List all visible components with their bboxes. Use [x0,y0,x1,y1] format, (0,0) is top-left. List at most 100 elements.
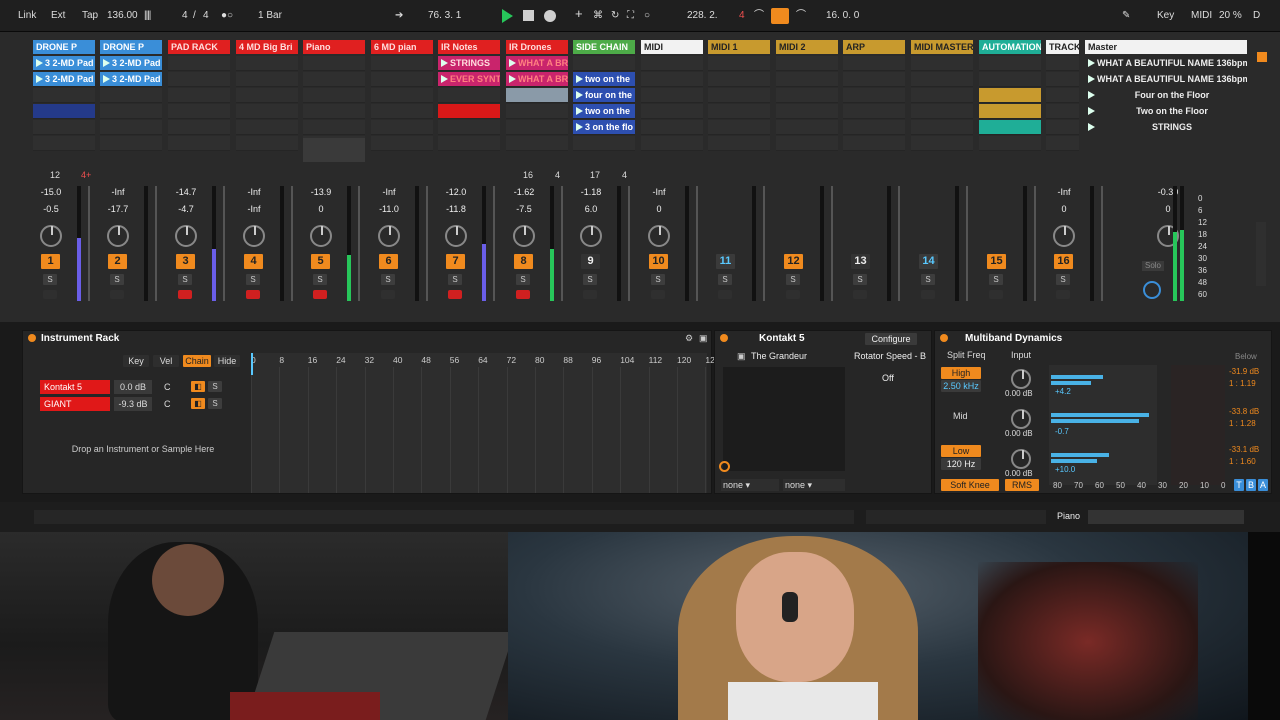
track-1-fader[interactable] [88,186,90,301]
plugin-window-icon[interactable]: ▣ [737,351,746,362]
link-button[interactable]: Link [18,8,36,24]
clip-slot[interactable] [303,56,365,71]
clip-slot[interactable] [371,72,433,87]
clip-slot[interactable] [1046,136,1079,151]
clip-slot[interactable] [100,88,162,103]
clip-c3_9[interactable]: four on the [573,88,635,102]
vel-zone-button[interactable]: Vel [153,355,179,367]
clip-slot[interactable] [641,88,703,103]
track-6-solo[interactable]: S [381,274,395,285]
track-2-arm-button[interactable] [110,290,124,299]
track-10-pan-knob[interactable] [648,225,670,247]
track-9-solo[interactable]: S [583,274,597,285]
track-13-solo[interactable]: S [853,274,867,285]
clip-slot[interactable] [641,104,703,119]
tempo-field[interactable]: 136.00 [107,8,138,24]
track-16-peak[interactable]: -Inf [1044,187,1084,197]
io-toggle-strip[interactable] [1256,222,1266,286]
clip-slot[interactable] [776,120,838,135]
clip-slot[interactable] [843,56,905,71]
track-9-peak[interactable]: -1.18 [571,187,611,197]
track-8-solo[interactable]: S [516,274,530,285]
clip-slot[interactable] [979,56,1041,71]
follow-icon[interactable]: ➔ [395,8,403,24]
track-11-solo[interactable]: S [718,274,732,285]
clip-c1_8[interactable]: WHAT A BR [506,56,568,70]
master-solo-button[interactable]: Solo [1142,261,1164,271]
track-header-13[interactable]: ARP [843,40,905,54]
clip-slot[interactable] [911,56,973,71]
track-7-arm-button[interactable] [448,290,462,299]
track-2-peak[interactable]: -Inf [98,187,138,197]
above-button[interactable]: A [1258,479,1268,491]
track-14-arm-button[interactable] [921,290,935,299]
track-16-pan-knob[interactable] [1053,225,1075,247]
chain-giant[interactable]: GIANT [40,397,110,411]
clip-slot[interactable] [303,88,365,103]
track-8-input-channel[interactable]: 16 [523,170,533,180]
track-6-activator[interactable]: 6 [379,254,398,269]
track-1-solo[interactable]: S [43,274,57,285]
track-12-activator[interactable]: 12 [784,254,803,269]
high-gain-value[interactable]: +4.2 [1055,387,1071,396]
master-scene-3[interactable]: Four on the Floor [1085,88,1247,102]
clip-slot[interactable] [1046,120,1079,135]
low-band-button[interactable]: Low [941,445,981,457]
clip-slot[interactable] [708,104,770,119]
master-scene-2[interactable]: WHAT A BEAUTIFUL NAME 136bpm [1085,72,1247,86]
clip-c1_1[interactable]: 3 2-MD Pad [100,56,162,70]
clip-slot[interactable] [100,136,162,151]
punch-in-icon[interactable]: ⌒ [754,8,764,24]
clip-c1_7[interactable]: STRINGS [438,56,500,70]
automation-clip-1[interactable] [979,88,1041,102]
clip-slot[interactable] [843,88,905,103]
time-button[interactable]: T [1234,479,1244,491]
track-15-arm-button[interactable] [989,290,1003,299]
meter-denominator[interactable]: 4 [203,8,209,24]
meter-numerator[interactable]: 4 [182,8,188,24]
clip-c4_9[interactable]: two on the [573,104,635,118]
track-15-solo[interactable]: S [989,274,1003,285]
piano-stop-area[interactable] [303,138,365,162]
ext-sync-button[interactable]: Ext [51,8,65,24]
track-8-volume[interactable]: -7.5 [504,204,544,214]
track-header-6[interactable]: 6 MD pian [371,40,433,54]
clip-slot[interactable] [911,104,973,119]
x-axis-select[interactable]: none ▾ [721,479,779,491]
high-ratio[interactable]: 1 : 1.19 [1229,379,1256,388]
rack-close-icon[interactable]: ▣ [699,333,708,344]
drop-instrument-hint[interactable]: Drop an Instrument or Sample Here [63,443,223,455]
track-10-solo[interactable]: S [651,274,665,285]
clip-slot[interactable] [168,56,230,71]
track-5-fader[interactable] [358,186,360,301]
device-chain-overview[interactable] [1088,510,1244,524]
track-9-fader[interactable] [628,186,630,301]
track-7-volume[interactable]: -11.8 [436,204,476,214]
track-5-peak[interactable]: -13.9 [301,187,341,197]
clip-slot[interactable] [708,72,770,87]
loop-switch-icon[interactable] [771,8,789,24]
below-threshold-area[interactable] [1171,365,1225,485]
track-11-fader[interactable] [763,186,765,301]
clip-c2_1[interactable]: 3 2-MD Pad [100,72,162,86]
track-4-arm-button[interactable] [246,290,260,299]
clip-slot[interactable] [1046,56,1079,71]
track-14-fader[interactable] [966,186,968,301]
record-icon[interactable] [544,10,556,22]
low-input-knob[interactable] [1011,449,1031,469]
clip-slot[interactable] [236,136,298,151]
chain-1-solo[interactable]: S [208,381,222,392]
track-header-10[interactable]: MIDI [641,40,703,54]
track-10-volume[interactable]: 0 [639,204,679,214]
track-15-fader[interactable] [1034,186,1036,301]
mid-input-knob[interactable] [1011,409,1031,429]
track-10-arm-button[interactable] [651,290,665,299]
track-8-pan-knob[interactable] [513,225,535,247]
key-zone-button[interactable]: Key [123,355,149,367]
track-14-solo[interactable]: S [921,274,935,285]
rack-macro-icon[interactable]: ⚙ [685,333,693,344]
xy-pad-handle[interactable] [719,461,730,472]
draw-mode-icon[interactable]: ✎ [1122,8,1130,24]
track-5-pan-knob[interactable] [310,225,332,247]
clip-slot[interactable] [776,104,838,119]
